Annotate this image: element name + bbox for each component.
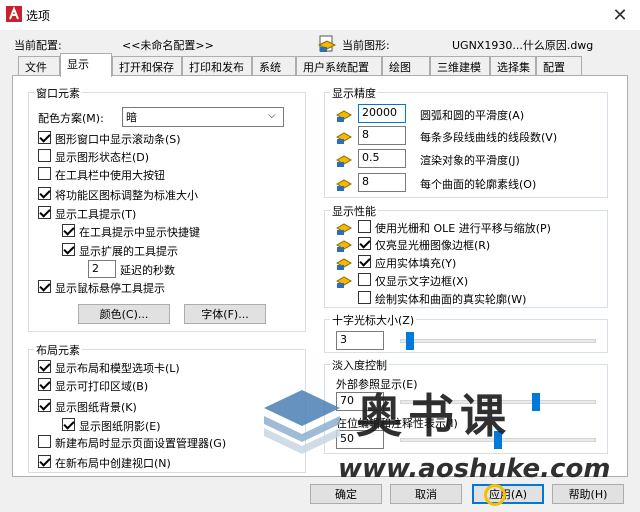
checkbox[interactable]	[62, 418, 75, 431]
current-drawing-value: UGNX1930...什么原因.dwg	[452, 39, 594, 52]
drawing-icon	[318, 35, 336, 52]
drawing-saved-icon	[336, 240, 352, 252]
ok-button[interactable]: 确定	[310, 484, 382, 504]
arc-smoothness-label: 圆弧和圆的平滑度(A)	[420, 109, 525, 122]
checkbox[interactable]	[62, 224, 75, 237]
checkbox[interactable]	[358, 273, 371, 286]
display-resolution-title: 显示精度	[330, 85, 378, 101]
checkbox[interactable]	[358, 255, 371, 268]
tab-plot-publish[interactable]: 打印和发布	[182, 56, 252, 76]
tab-user-preferences[interactable]: 用户系统配置	[296, 56, 382, 76]
checkbox[interactable]	[38, 455, 51, 468]
checkbox-label: 显示图纸背景(K)	[55, 401, 137, 414]
checkbox-label: 显示布局和模型选项卡(L)	[55, 362, 180, 375]
checkbox-label: 使用光栅和 OLE 进行平移与缩放(P)	[375, 222, 551, 235]
watermark-url: www.aoshuke.com	[338, 454, 611, 484]
checkbox[interactable]	[38, 280, 51, 293]
polyline-segments-label: 每条多段线曲线的线段数(V)	[420, 131, 558, 144]
drawing-saved-icon	[336, 223, 352, 235]
checkbox[interactable]	[38, 435, 51, 448]
colors-button[interactable]: 颜色(C)...	[78, 304, 170, 324]
checkbox[interactable]	[358, 291, 371, 304]
checkbox-label: 仅亮显光栅图像边框(R)	[375, 239, 491, 252]
checkbox-label: 在新布局中创建视口(N)	[55, 457, 171, 470]
checkbox-label: 绘制实体和曲面的真实轮廓(W)	[375, 293, 527, 306]
checkbox-label: 图形窗口中显示滚动条(S)	[55, 133, 181, 146]
checkbox-label: 仅显示文字边框(X)	[375, 275, 469, 288]
checkbox-label: 显示可打印区域(B)	[55, 380, 149, 393]
delay-seconds-label: 延迟的秒数	[120, 264, 175, 277]
drawing-saved-icon	[336, 132, 352, 144]
color-scheme-value: 暗	[126, 111, 137, 124]
apply-button[interactable]: 应用(A)	[472, 484, 544, 504]
title-bar	[0, 0, 640, 30]
checkbox-label: 显示图形状态栏(D)	[55, 151, 150, 164]
contour-lines-label: 每个曲面的轮廓素线(O)	[420, 178, 537, 191]
chevron-down-icon[interactable]: ⌵	[268, 110, 276, 121]
checkbox-label: 显示工具提示(T)	[55, 208, 137, 221]
checkbox[interactable]	[38, 360, 51, 373]
checkbox[interactable]	[38, 149, 51, 162]
fonts-button[interactable]: 字体(F)...	[184, 304, 266, 324]
arc-smoothness-input[interactable]: 20000	[358, 104, 406, 123]
watermark-brand: 奥书课	[356, 389, 512, 443]
color-scheme-select[interactable]: 暗	[122, 107, 284, 127]
watermark-books-logo	[264, 390, 340, 454]
current-config-label: 当前配置:	[14, 39, 62, 52]
help-button[interactable]: 帮助(H)	[552, 484, 624, 504]
checkbox-label: 将功能区图标调整为标准大小	[55, 189, 198, 202]
color-scheme-label: 配色方案(M):	[38, 112, 104, 125]
tab-display[interactable]: 显示	[60, 53, 112, 77]
contour-lines-input[interactable]: 8	[358, 173, 406, 192]
window-elements-title: 窗口元素	[34, 85, 82, 101]
layout-elements-title: 布局元素	[34, 342, 82, 358]
current-drawing-label: 当前图形:	[342, 39, 390, 52]
checkbox[interactable]	[62, 243, 75, 256]
tab-system[interactable]: 系统	[252, 56, 296, 76]
checkbox[interactable]	[38, 187, 51, 200]
drawing-saved-icon	[336, 110, 352, 122]
checkbox-label: 在工具提示中显示快捷键	[79, 226, 200, 239]
checkbox-label: 显示扩展的工具提示	[79, 245, 178, 258]
crosshair-slider-track[interactable]	[400, 339, 596, 343]
cancel-button[interactable]: 取消	[390, 484, 462, 504]
crosshair-size-input[interactable]: 3	[336, 331, 384, 350]
crosshair-slider-thumb[interactable]	[405, 332, 414, 350]
drawing-saved-icon	[336, 258, 352, 270]
tab-drafting[interactable]: 绘图	[382, 56, 430, 76]
checkbox[interactable]	[358, 220, 371, 233]
autocad-app-icon	[6, 6, 22, 22]
checkbox-label: 显示图纸阴影(E)	[79, 420, 161, 433]
checkbox[interactable]	[38, 131, 51, 144]
checkbox[interactable]	[38, 206, 51, 219]
close-button[interactable]: ✕	[600, 0, 640, 30]
drawing-saved-icon	[336, 276, 352, 288]
tab-profiles[interactable]: 配置	[536, 56, 582, 76]
drawing-saved-icon	[336, 155, 352, 167]
tab-3d-modeling[interactable]: 三维建模	[430, 56, 490, 76]
cursor-highlight-ring	[484, 484, 506, 506]
tab-open-save[interactable]: 打开和保存	[112, 56, 182, 76]
checkbox-label: 在工具栏中使用大按钮	[55, 169, 165, 182]
xref-fade-slider-thumb[interactable]	[531, 393, 540, 411]
crosshair-size-title: 十字光标大小(Z)	[330, 312, 417, 328]
checkbox[interactable]	[38, 378, 51, 391]
delay-seconds-input[interactable]: 2	[88, 260, 116, 278]
checkbox[interactable]	[38, 167, 51, 180]
drawing-saved-icon	[336, 179, 352, 191]
render-smoothness-label: 渲染对象的平滑度(J)	[420, 154, 520, 167]
display-performance-title: 显示性能	[330, 203, 378, 219]
polyline-segments-input[interactable]: 8	[358, 126, 406, 145]
tab-files[interactable]: 文件	[18, 56, 60, 76]
tab-selection[interactable]: 选择集	[490, 56, 536, 76]
checkbox-label: 显示鼠标悬停工具提示	[55, 282, 165, 295]
fade-control-title: 淡入度控制	[330, 357, 389, 373]
checkbox-label: 应用实体填充(Y)	[375, 257, 457, 270]
checkbox[interactable]	[358, 237, 371, 250]
window-title: 选项	[26, 9, 51, 23]
current-config-value: <<未命名配置>>	[122, 39, 214, 52]
checkbox[interactable]	[38, 399, 51, 412]
render-smoothness-input[interactable]: 0.5	[358, 149, 406, 168]
checkbox-label: 新建布局时显示页面设置管理器(G)	[55, 437, 227, 450]
